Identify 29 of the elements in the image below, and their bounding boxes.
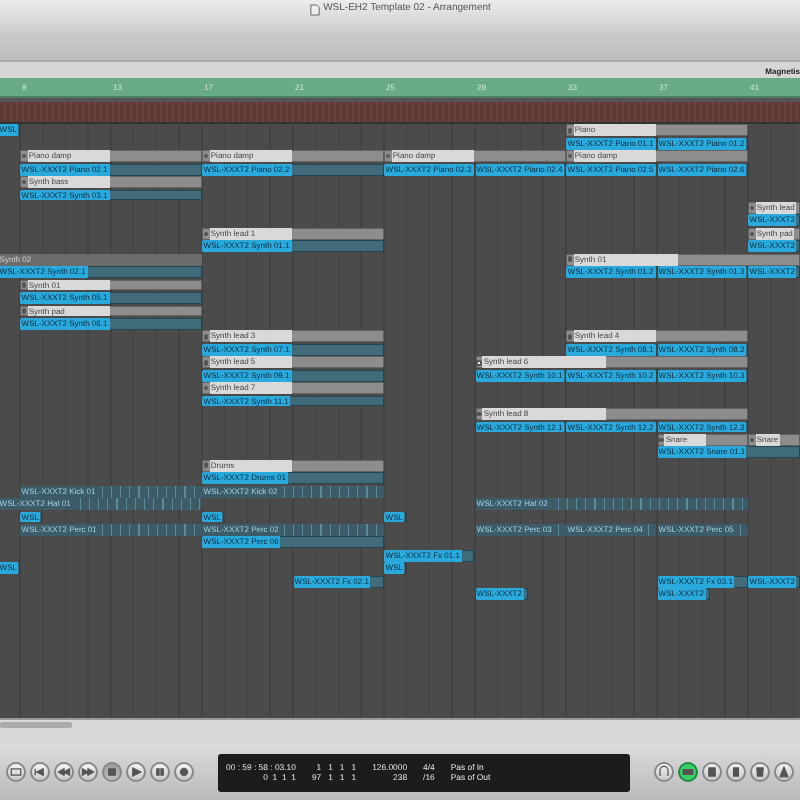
document-icon [309,3,320,15]
rewind-button[interactable] [54,762,74,782]
cycle-icon [680,764,696,780]
skip-back-icon [32,764,48,780]
trapezoid-icon [752,764,768,780]
autopunch-button[interactable] [702,762,722,782]
cycle-button[interactable] [678,762,698,782]
record-icon [176,764,192,780]
scroll-bar[interactable] [0,722,72,728]
play-button[interactable] [126,762,146,782]
solo-button[interactable] [726,762,746,782]
sync-button[interactable] [750,762,770,782]
stop-button[interactable] [102,762,122,782]
fast-forward-icon [80,764,96,780]
metronome-icon [776,764,792,780]
forward-button[interactable] [78,762,98,782]
arch-icon [656,764,672,780]
to-start-button[interactable] [30,762,50,782]
metronome-button[interactable] [774,762,794,782]
stop-icon [104,764,120,780]
rectangle-icon [8,764,24,780]
replace-button[interactable] [654,762,674,782]
rectangle-icon [704,764,720,780]
play-icon [128,764,144,780]
record-button[interactable] [174,762,194,782]
lcd-mode-button[interactable] [6,762,26,782]
pause-icon [152,764,168,780]
rewind-icon [56,764,72,780]
pause-button[interactable] [150,762,170,782]
